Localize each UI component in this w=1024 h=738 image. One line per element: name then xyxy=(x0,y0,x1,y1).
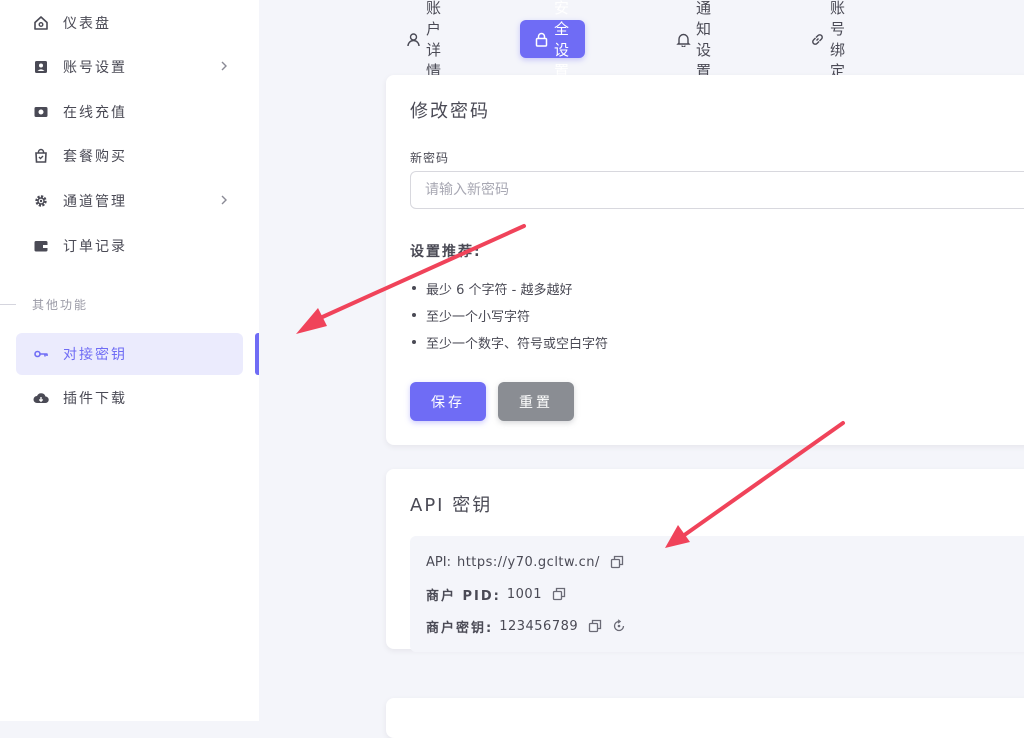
tab-label: 账号绑定 xyxy=(830,0,848,80)
api-info-box: API: https://y70.gcltw.cn/ 商户 PID: 1001 … xyxy=(410,536,1024,652)
change-password-card: 修改密码 新密码 设置推荐: 最少 6 个字符 - 越多越好 至少一个小写字符 … xyxy=(386,75,1024,445)
bullet xyxy=(412,340,416,344)
sidebar-item-account-settings[interactable]: 账号设置 xyxy=(16,46,243,88)
list-item: 至少一个数字、符号或空白字符 xyxy=(410,333,608,360)
recommendations-list: 最少 6 个字符 - 越多越好 至少一个小写字符 至少一个数字、符号或空白字符 xyxy=(410,279,608,360)
account-icon xyxy=(33,59,49,75)
tab-label: 通知设置 xyxy=(696,0,714,80)
sidebar-item-channel-management[interactable]: 通道管理 xyxy=(16,180,243,222)
save-button[interactable]: 保存 xyxy=(410,382,486,421)
tab-label: 账户详情 xyxy=(426,0,444,80)
list-item: 至少一个小写字符 xyxy=(410,306,608,333)
user-icon xyxy=(406,32,421,47)
shopping-bag-icon xyxy=(33,148,49,164)
cloud-download-icon xyxy=(33,390,49,406)
sidebar: 仪表盘 账号设置 在线充值 套餐购买 通道管理 订单记录 其他功能 对接密钥 插… xyxy=(0,0,259,721)
chevron-right-icon xyxy=(217,193,231,207)
sidebar-item-label: 插件下载 xyxy=(63,391,127,407)
sidebar-item-label: 仪表盘 xyxy=(63,16,111,32)
tab-label: 安全设置 xyxy=(554,0,572,80)
section-divider xyxy=(0,304,16,305)
list-item: 最少 6 个字符 - 越多越好 xyxy=(410,279,608,306)
sidebar-item-order-records[interactable]: 订单记录 xyxy=(16,225,243,267)
card-title: API 密钥 xyxy=(410,495,493,516)
tab-account-details[interactable]: 账户详情 xyxy=(392,0,457,80)
copy-icon[interactable] xyxy=(588,619,602,633)
refresh-icon[interactable] xyxy=(612,619,626,633)
api-key-card: API 密钥 API: https://y70.gcltw.cn/ 商户 PID… xyxy=(386,469,1024,652)
new-password-label: 新密码 xyxy=(410,151,450,165)
sidebar-item-label: 在线充值 xyxy=(63,105,127,121)
copy-icon[interactable] xyxy=(610,555,624,569)
lock-icon xyxy=(534,32,549,47)
merchant-pid-row: 商户 PID: 1001 xyxy=(426,584,566,604)
active-indicator xyxy=(255,333,259,375)
sidebar-item-label: 对接密钥 xyxy=(63,347,127,363)
chevron-right-icon xyxy=(217,59,231,73)
bullet xyxy=(412,313,416,317)
sidebar-item-label: 套餐购买 xyxy=(63,149,127,165)
sidebar-item-label: 订单记录 xyxy=(63,239,127,255)
tab-security-settings[interactable]: 安全设置 xyxy=(520,0,586,80)
bullet xyxy=(412,286,416,290)
next-card xyxy=(386,698,1024,738)
reset-button[interactable]: 重置 xyxy=(498,382,574,421)
new-password-input[interactable] xyxy=(410,171,1024,209)
sidebar-item-label: 通道管理 xyxy=(63,194,127,210)
gear-icon xyxy=(33,193,49,209)
key-icon xyxy=(33,346,49,362)
home-icon xyxy=(33,15,49,31)
sidebar-item-api-key[interactable]: 对接密钥 xyxy=(16,333,243,375)
bell-icon xyxy=(676,32,691,47)
sidebar-item-plugin-download[interactable]: 插件下载 xyxy=(16,377,243,419)
sidebar-item-dashboard[interactable]: 仪表盘 xyxy=(16,2,243,44)
sidebar-item-recharge[interactable]: 在线充值 xyxy=(16,91,243,133)
sidebar-item-package-purchase[interactable]: 套餐购买 xyxy=(16,135,243,177)
tab-account-binding[interactable]: 账号绑定 xyxy=(796,0,861,80)
merchant-key-row: 商户密钥: 123456789 xyxy=(426,616,626,636)
section-label: 其他功能 xyxy=(32,298,89,312)
api-url-row: API: https://y70.gcltw.cn/ xyxy=(426,552,624,572)
tab-notification-settings[interactable]: 通知设置 xyxy=(662,0,727,80)
copy-icon[interactable] xyxy=(552,587,566,601)
link-icon xyxy=(810,32,825,47)
card-title: 修改密码 xyxy=(410,101,490,122)
recharge-icon xyxy=(33,104,49,120)
wallet-icon xyxy=(33,238,49,254)
sidebar-item-label: 账号设置 xyxy=(63,60,127,76)
recommendations-title: 设置推荐: xyxy=(410,244,482,260)
